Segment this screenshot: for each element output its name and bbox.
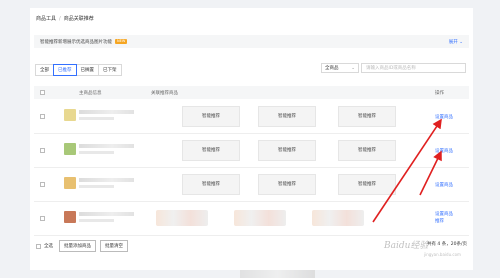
annotation-arrow <box>372 118 442 223</box>
annotation-arrow <box>419 150 442 196</box>
tab-recommended[interactable]: 已推荐 <box>53 64 77 76</box>
annotation-arrows <box>372 118 442 223</box>
watermark-logo: Baidu经验 <box>384 241 429 251</box>
watermark-url: jingyan.baidu.com <box>424 252 461 257</box>
